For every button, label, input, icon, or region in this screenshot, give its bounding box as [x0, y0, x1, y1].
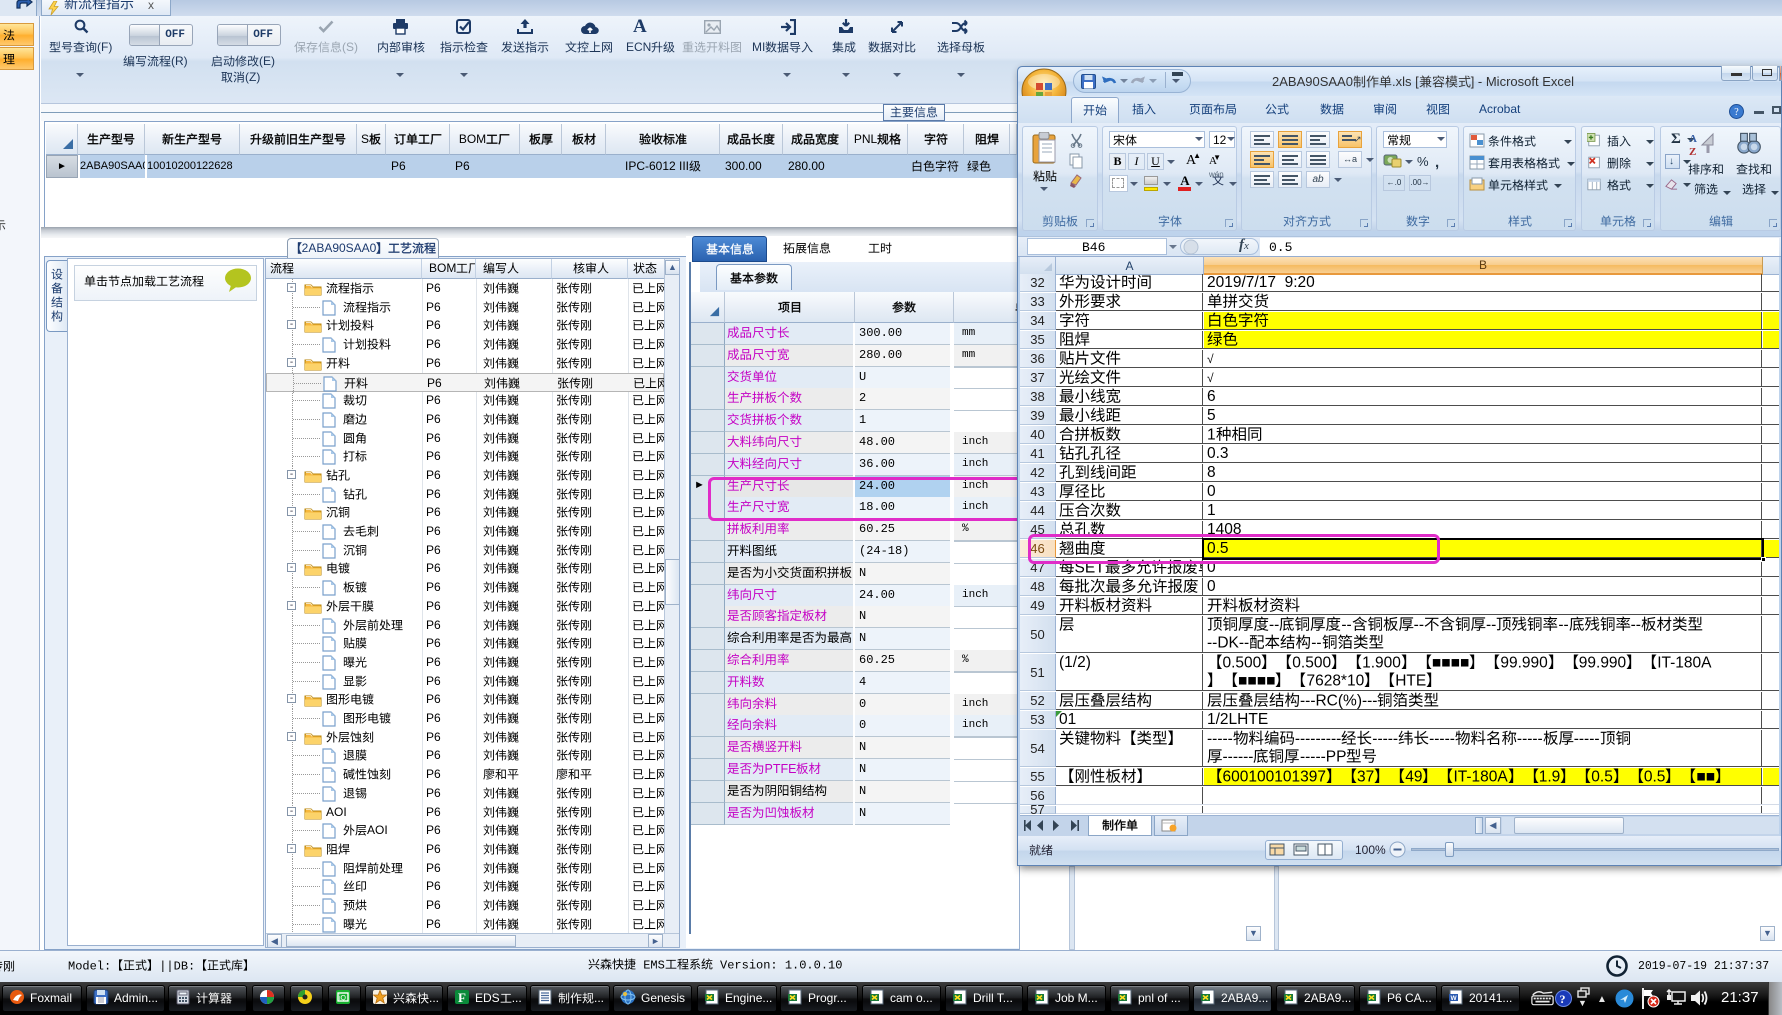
- svg-text:iQ: iQ: [339, 995, 347, 1002]
- svg-text:?: ?: [1734, 107, 1739, 118]
- svg-text:W: W: [1451, 995, 1458, 1002]
- svg-text:F: F: [458, 990, 466, 1005]
- svg-text:Z: Z: [1689, 146, 1696, 157]
- svg-text:?: ?: [1560, 992, 1566, 1006]
- svg-text:A: A: [1689, 133, 1697, 145]
